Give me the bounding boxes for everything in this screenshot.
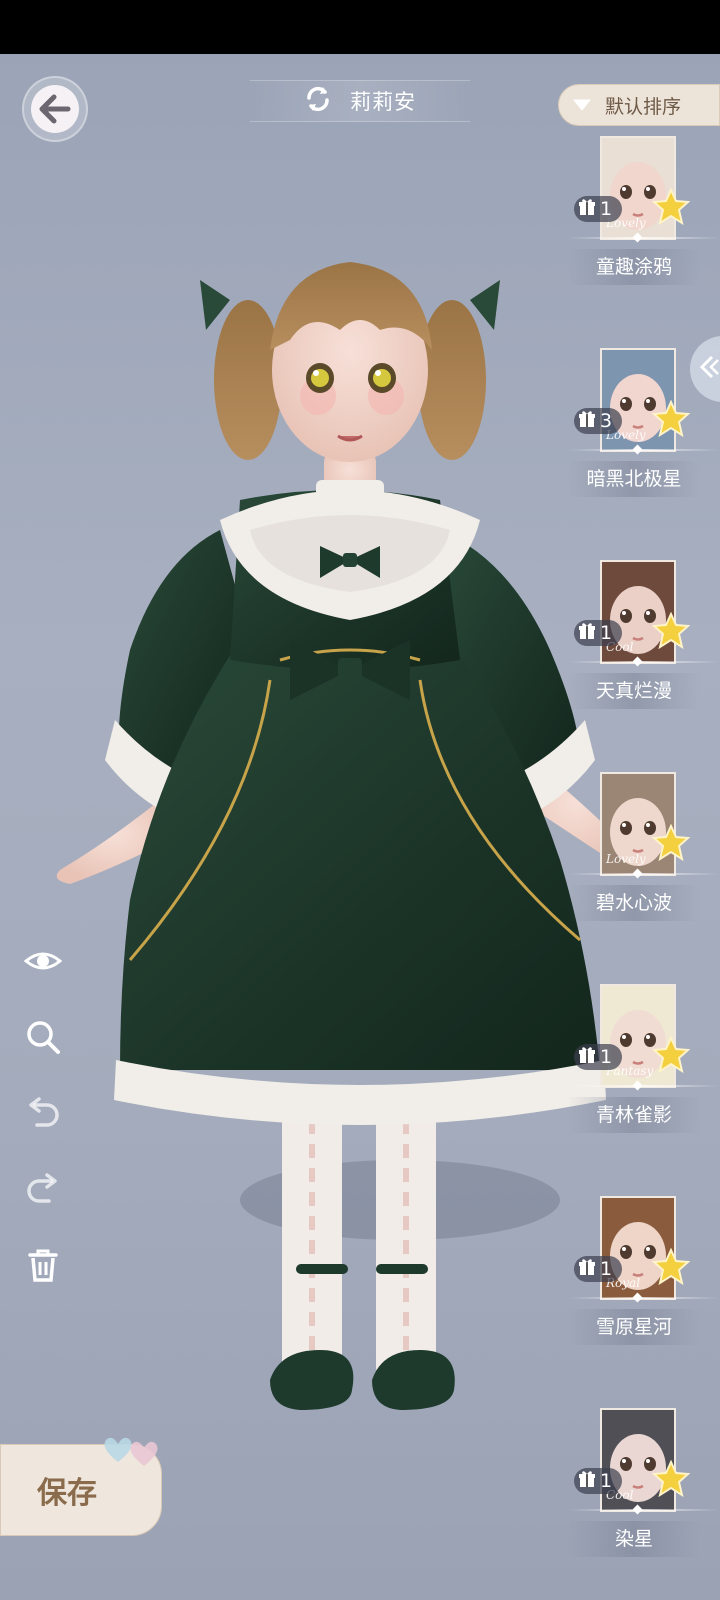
look-card[interactable]: Royal 1 雪原星河 [568,1196,720,1408]
star-icon [651,1459,691,1498]
caret-down-icon [572,94,592,116]
look-count-badge: 1 [574,1044,623,1070]
save-label: 保存 [37,1476,97,1511]
look-card[interactable]: Lovely 1 童趣涂鸦 [568,136,720,348]
look-name[interactable]: 天真烂漫 [568,673,700,709]
star-icon [651,187,691,226]
look-count-badge: 1 [574,1468,623,1494]
status-bar [0,0,720,54]
character-name: 莉莉安 [350,90,416,114]
look-name[interactable]: 碧水心波 [568,885,700,921]
star-icon [651,823,691,862]
divider [568,1085,720,1087]
tool-column [22,940,64,1320]
look-count: 1 [600,198,613,220]
look-name[interactable]: 染星 [568,1521,700,1557]
divider [568,449,720,451]
character-model[interactable] [20,200,640,1450]
look-name[interactable]: 暗黑北极星 [568,461,700,497]
gift-icon [578,1046,596,1069]
divider [568,873,720,875]
look-list[interactable]: Lovely 1 童趣涂鸦 Lovely 3 暗黑北极星 Cool 1 天真烂漫 Lovely 碧水… [568,136,720,1600]
look-card[interactable]: Lovely 3 暗黑北极星 [568,348,720,560]
look-count-badge: 1 [574,196,623,222]
character-name-bar[interactable]: 莉莉安 [250,80,470,122]
look-name[interactable]: 青林雀影 [568,1097,700,1133]
back-arrow-icon [31,85,79,133]
gift-icon [578,1470,596,1493]
heart-decoration-icon [100,1432,166,1472]
look-card[interactable]: Fantasy 1 青林雀影 [568,984,720,1196]
zoom-icon[interactable] [22,1016,64,1058]
look-count: 1 [600,622,613,644]
look-count: 1 [600,1046,613,1068]
look-count: 1 [600,1258,613,1280]
gift-icon [578,198,596,221]
look-card[interactable]: Cool 1 染星 [568,1408,720,1600]
look-count-badge: 3 [574,408,623,434]
star-icon [651,1247,691,1286]
look-style-tag: Lovely [606,852,646,866]
trash-icon[interactable] [22,1244,64,1286]
look-count-badge: 1 [574,620,623,646]
look-card[interactable]: Lovely 碧水心波 [568,772,720,984]
sort-label: 默认排序 [605,95,682,118]
gift-icon [578,410,596,433]
redo-icon[interactable] [22,1168,64,1210]
undo-icon[interactable] [22,1092,64,1134]
sort-dropdown[interactable]: 默认排序 [558,84,720,126]
star-icon [651,611,691,650]
divider [568,237,720,239]
divider [568,1509,720,1511]
look-count: 3 [600,410,613,432]
star-icon [651,399,691,438]
eye-icon[interactable] [22,940,64,982]
refresh-icon[interactable] [304,85,332,117]
look-name[interactable]: 雪原星河 [568,1309,700,1345]
back-button[interactable] [22,76,88,142]
look-count-badge: 1 [574,1256,623,1282]
look-name[interactable]: 童趣涂鸦 [568,249,700,285]
divider [568,661,720,663]
look-card[interactable]: Cool 1 天真烂漫 [568,560,720,772]
divider [568,1297,720,1299]
gift-icon [578,622,596,645]
look-count: 1 [600,1470,613,1492]
gift-icon [578,1258,596,1281]
star-icon [651,1035,691,1074]
